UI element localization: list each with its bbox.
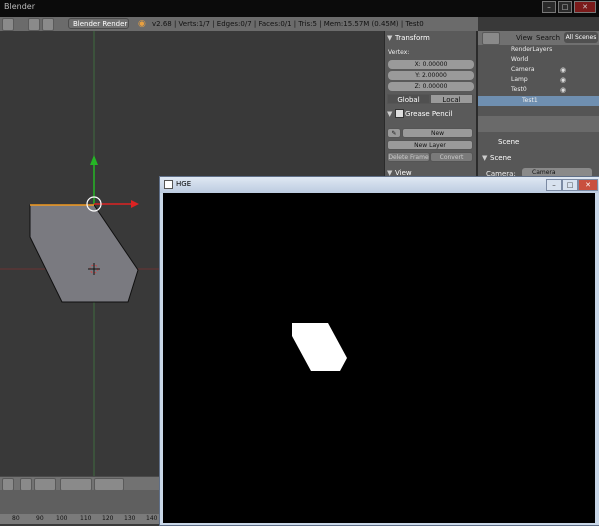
transform-panel-title[interactable]: Transform <box>395 34 430 42</box>
outliner-row[interactable]: Lamp <box>478 75 599 85</box>
grease-pencil-title[interactable]: Grease Pencil <box>405 110 452 118</box>
outliner-tree: RenderLayers World Camera Lamp Test0 Tes… <box>478 45 599 116</box>
y-manipulator-arrow <box>90 155 98 165</box>
new-layer-button[interactable]: New Layer <box>387 140 473 150</box>
eye-icon[interactable]: ◉ <box>560 86 566 94</box>
outliner-row[interactable]: World <box>478 55 599 65</box>
app-icon <box>164 180 173 189</box>
pencil-icon[interactable]: ✎ <box>387 128 401 138</box>
vertex-z-field[interactable]: Z: 0.00000 <box>388 82 474 91</box>
mesh-face <box>29 204 139 303</box>
scene-panel-title[interactable]: Scene <box>490 154 511 162</box>
blender-logo-icon: ◉ <box>138 19 146 29</box>
frame-tick: 140 <box>146 515 158 522</box>
close-button[interactable]: ✕ <box>574 1 596 13</box>
eye-icon[interactable]: ◉ <box>560 76 566 84</box>
frame-tick: 100 <box>56 515 68 522</box>
delete-frame-button[interactable]: Delete Frame <box>387 152 430 162</box>
info-header: Blender Render ▾ ◉ v2.68 | Verts:1/7 | E… <box>0 17 478 39</box>
collapse-arrow-icon[interactable]: ▼ <box>387 34 392 42</box>
vertex-y-field[interactable]: Y: 2.00000 <box>388 71 474 80</box>
outliner-row[interactable]: RenderLayers <box>478 45 599 55</box>
grease-pencil-checkbox[interactable] <box>395 109 404 118</box>
new-label: New <box>430 130 445 137</box>
restore-button[interactable]: □ <box>558 1 572 13</box>
global-toggle[interactable]: Global <box>387 94 430 104</box>
x-manipulator-arrow <box>131 200 139 208</box>
outliner-view-menu[interactable]: View <box>516 34 533 42</box>
outliner-row-selected[interactable]: Test1 <box>478 96 599 106</box>
scene-statistics: v2.68 | Verts:1/7 | Edges:0/7 | Faces:0/… <box>152 20 424 28</box>
properties-tabs[interactable] <box>478 116 599 132</box>
maximize-button[interactable]: □ <box>562 179 578 191</box>
outliner-search-menu[interactable]: Search <box>536 34 560 42</box>
frame-tick: 110 <box>80 515 92 522</box>
vertex-label: Vertex: <box>388 49 410 56</box>
render-engine-dropdown[interactable]: Blender Render ▾ <box>68 18 129 39</box>
scene-selector-button[interactable] <box>42 18 54 31</box>
render-output <box>292 323 347 371</box>
frame-tick: 90 <box>36 515 44 522</box>
editor-type-button[interactable] <box>2 18 14 31</box>
screen-layout-button[interactable] <box>28 18 40 31</box>
collapse-arrow-icon[interactable]: ▼ <box>387 110 392 118</box>
outliner-row[interactable]: Camera <box>478 65 599 75</box>
window-title: Blender <box>4 2 35 11</box>
editor-type-button[interactable] <box>482 32 500 45</box>
outliner-row[interactable]: Test0 <box>478 85 599 95</box>
close-button[interactable]: ✕ <box>578 179 598 191</box>
frame-tick: 130 <box>124 515 136 522</box>
convert-button[interactable]: Convert <box>430 152 473 162</box>
local-toggle[interactable]: Local <box>430 94 473 104</box>
new-gp-button[interactable]: New <box>402 128 473 138</box>
collapse-arrow-icon[interactable]: ▼ <box>482 154 487 162</box>
hge-render-canvas[interactable] <box>163 193 595 523</box>
rendered-shape <box>292 323 347 371</box>
frame-tick: 120 <box>102 515 114 522</box>
outliner-filter-dropdown[interactable]: All Scenes <box>564 32 598 43</box>
vertex-x-field[interactable]: X: 0.00000 <box>388 60 474 69</box>
context-scene-label: Scene <box>498 138 520 146</box>
outliner-header: View Search All Scenes <box>478 31 599 45</box>
frame-tick: 80 <box>12 515 20 522</box>
render-engine-value: Blender Render <box>73 20 128 28</box>
window-title-bar: Blender – □ ✕ <box>0 0 599 17</box>
eye-icon[interactable]: ◉ <box>560 66 566 74</box>
hge-window: HGE – □ ✕ <box>159 176 599 526</box>
hge-window-title: HGE <box>176 180 192 188</box>
minimize-button[interactable]: – <box>542 1 556 13</box>
hge-title-bar[interactable]: HGE – □ ✕ <box>160 177 599 193</box>
minimize-button[interactable]: – <box>546 179 562 191</box>
